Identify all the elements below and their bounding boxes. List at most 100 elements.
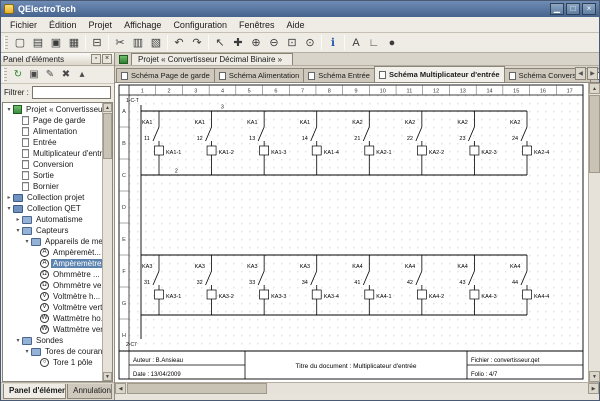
zoom-fit-button[interactable]: ⊡ <box>283 34 301 51</box>
tree-item-tores-de-courant[interactable]: ▾Tores de courant <box>3 346 102 357</box>
minimize-button[interactable]: ▁ <box>550 3 564 15</box>
horizontal-scroll-thumb[interactable] <box>127 383 267 394</box>
tree-item-amperemetre-horizontal[interactable]: AAmpèremèt... <box>3 247 102 258</box>
tree-item-conversion[interactable]: Conversion <box>3 159 102 170</box>
tree-item-collection-qet[interactable]: ▾Collection QET <box>3 203 102 214</box>
tab-panel-elements[interactable]: Panel d'éléments <box>3 384 66 399</box>
vertical-scroll-thumb[interactable] <box>589 95 600 173</box>
new-file-button[interactable]: ▢ <box>11 34 29 51</box>
info-button[interactable]: ℹ <box>324 34 342 51</box>
window-title: QElectroTech <box>18 4 548 14</box>
menu-edition[interactable]: Édition <box>43 18 83 32</box>
tree-item-sortie[interactable]: Sortie <box>3 170 102 181</box>
svg-text:1: 1 <box>141 89 144 95</box>
zoom-reset-button[interactable]: ⊙ <box>301 34 319 51</box>
save-file-button[interactable]: ▣ <box>47 34 65 51</box>
menu-affichage[interactable]: Affichage <box>118 18 167 32</box>
collapse-all-button[interactable]: ▴ <box>74 67 90 83</box>
elements-panel-header[interactable]: Panel d'éléments ▫× <box>1 53 114 66</box>
tree-expander-icon[interactable]: ▾ <box>23 348 31 355</box>
tree-item-bornier[interactable]: Bornier <box>3 181 102 192</box>
tree-item-collection-projet[interactable]: ▸Collection projet <box>3 192 102 203</box>
copy-button[interactable]: ▥ <box>129 34 147 51</box>
tree-scroll-thumb[interactable] <box>103 113 112 159</box>
tree-expander-icon[interactable]: ▾ <box>5 106 13 113</box>
scroll-right-icon[interactable]: ▶ <box>588 383 599 394</box>
zoom-in-button[interactable]: ⊕ <box>247 34 265 51</box>
scroll-left-icon[interactable]: ◀ <box>115 383 126 394</box>
open-file-button[interactable]: ▤ <box>29 34 47 51</box>
title-bar[interactable]: QElectroTech ▁ □ × <box>1 1 599 17</box>
panel-toolbar-handle[interactable] <box>3 68 7 82</box>
horizontal-scrollbar[interactable]: ◀ ▶ <box>115 382 599 394</box>
diagram-canvas[interactable]: 1234567891011121314151617ABCDEFGHAuteur … <box>115 83 588 382</box>
tree-item-voltmetre-horizontal[interactable]: VVoltmètre h... <box>3 291 102 302</box>
tree-item-entree[interactable]: Entrée <box>3 137 102 148</box>
tree-item-multiplicateur-entree[interactable]: Multiplicateur d'entrée <box>3 148 102 159</box>
tab-schema-entree[interactable]: Schéma Entrée <box>303 68 375 82</box>
tab-schema-alimentation[interactable]: Schéma Alimentation <box>214 68 304 82</box>
scroll-up-icon[interactable]: ▲ <box>589 83 600 94</box>
tree-expander-icon[interactable]: ▸ <box>14 216 22 223</box>
tree-item-tore-1-pole[interactable]: ○Tore 1 pôle <box>3 357 102 368</box>
toolbar-drag-handle[interactable] <box>4 36 8 50</box>
tree-expander-icon[interactable]: ▾ <box>23 238 31 245</box>
tab-schema-multiplicateur-entree[interactable]: Schéma Multiplicateur d'entrée <box>374 66 505 82</box>
tree-item-voltmetre-vertical[interactable]: VVoltmètre vertical <box>3 302 102 313</box>
tree-item-ohmmetre-vertical[interactable]: ΩOhmmètre vert... <box>3 280 102 291</box>
add-text-button[interactable]: A <box>347 34 365 51</box>
tree-item-project[interactable]: ▾Projet « Convertisseur Déc... <box>3 104 102 115</box>
paste-button[interactable]: ▧ <box>147 34 165 51</box>
scroll-down-icon[interactable]: ▼ <box>589 371 600 382</box>
tree-item-capteurs[interactable]: ▾Capteurs <box>3 225 102 236</box>
tab-scroll-right-icon[interactable]: ▶ <box>587 67 598 80</box>
title-block[interactable]: Auteur : B.AnsieauDate : 13/04/2009Titre… <box>133 358 540 378</box>
select-mode-button[interactable]: ↖ <box>211 34 229 51</box>
reload-collections-button[interactable]: ↻ <box>10 67 26 83</box>
tree-item-alimentation[interactable]: Alimentation <box>3 126 102 137</box>
tree-scrollbar[interactable]: ▲ ▼ <box>102 103 112 381</box>
tab-scroll-left-icon[interactable]: ◀ <box>575 67 586 80</box>
new-element-button[interactable]: ▣ <box>26 67 42 83</box>
zoom-out-button[interactable]: ⊖ <box>265 34 283 51</box>
print-button[interactable]: ⊟ <box>88 34 106 51</box>
project-tab[interactable]: Projet « Convertisseur Décimal Binaire » <box>131 53 293 65</box>
maximize-button[interactable]: □ <box>566 3 580 15</box>
tab-schema-page-de-garde[interactable]: Schéma Page de garde <box>116 68 215 82</box>
tree-expander-icon[interactable]: ▾ <box>14 227 22 234</box>
save-as-button[interactable]: ▦ <box>65 34 83 51</box>
tree-expander-icon[interactable]: ▾ <box>5 205 13 212</box>
delete-element-button[interactable]: ✖ <box>58 67 74 83</box>
tree-item-wattmetre-vertical[interactable]: WWattmètre ver... <box>3 324 102 335</box>
tree-item-automatisme[interactable]: ▸Automatisme <box>3 214 102 225</box>
vertical-scrollbar[interactable]: ▲ ▼ <box>588 83 600 382</box>
tree-scroll-down-icon[interactable]: ▼ <box>103 372 112 381</box>
tree-item-wattmetre-horizontal[interactable]: WWattmètre ho... <box>3 313 102 324</box>
add-terminal-button[interactable]: ● <box>383 34 401 51</box>
menu-configuration[interactable]: Configuration <box>167 18 233 32</box>
tree-item-sondes[interactable]: ▾Sondes <box>3 335 102 346</box>
tree-item-amperemetre-vertical[interactable]: AAmpèremètre v... <box>3 258 102 269</box>
tree-scroll-up-icon[interactable]: ▲ <box>103 103 112 112</box>
tree-expander-icon[interactable]: ▸ <box>5 194 13 201</box>
tree-item-appareils-de-mesure[interactable]: ▾Appareils de mesure <box>3 236 102 247</box>
tree-item-ohmmetre-horizontal[interactable]: ΩOhmmètre ... <box>3 269 102 280</box>
close-panel-button[interactable]: × <box>102 54 112 64</box>
add-conductor-button[interactable]: ∟ <box>365 34 383 51</box>
elements-tree[interactable]: ▾Projet « Convertisseur Déc...Page de ga… <box>3 103 102 381</box>
tab-annulations[interactable]: Annulations <box>67 384 112 399</box>
tree-item-page-de-garde[interactable]: Page de garde <box>3 115 102 126</box>
menu-fichier[interactable]: Fichier <box>4 18 43 32</box>
menu-projet[interactable]: Projet <box>83 18 119 32</box>
tree-expander-icon[interactable]: ▾ <box>14 337 22 344</box>
menu-aide[interactable]: Aide <box>281 18 311 32</box>
menu-fenetres[interactable]: Fenêtres <box>233 18 281 32</box>
redo-button[interactable]: ↷ <box>188 34 206 51</box>
filter-input[interactable] <box>32 86 111 99</box>
close-button[interactable]: × <box>582 3 596 15</box>
pan-mode-button[interactable]: ✚ <box>229 34 247 51</box>
undo-button[interactable]: ↶ <box>170 34 188 51</box>
cut-button[interactable]: ✂ <box>111 34 129 51</box>
edit-element-button[interactable]: ✎ <box>42 67 58 83</box>
float-panel-button[interactable]: ▫ <box>91 54 101 64</box>
